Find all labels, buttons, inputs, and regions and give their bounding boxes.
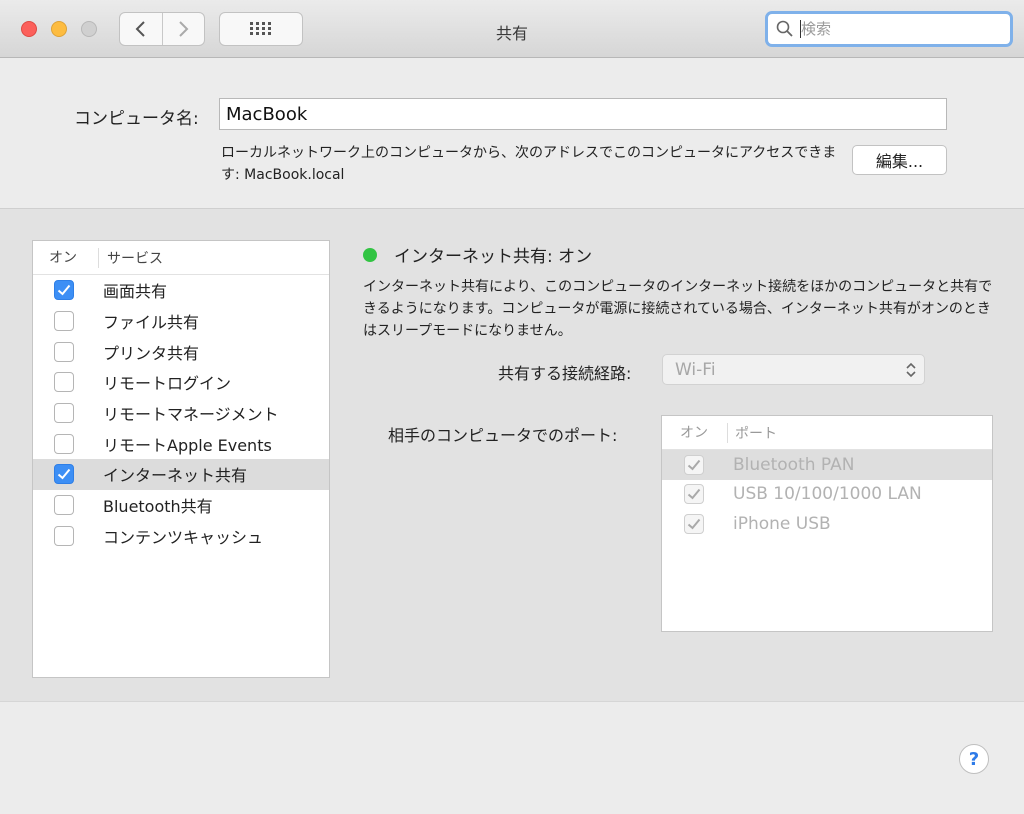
header-on[interactable]: オン xyxy=(33,247,99,268)
port-row[interactable]: USB 10/100/1000 LAN xyxy=(662,480,992,510)
service-checkbox[interactable] xyxy=(54,341,74,362)
route-label: 共有する接続経路: xyxy=(498,364,632,383)
port-checkbox[interactable] xyxy=(684,513,704,534)
service-list-header: オン サービス xyxy=(33,241,329,275)
port-label: USB 10/100/1000 LAN xyxy=(733,484,922,505)
help-button[interactable]: ? xyxy=(959,744,989,774)
search-box[interactable] xyxy=(765,11,1013,47)
service-row[interactable]: リモートマネージメント xyxy=(33,398,329,429)
port-checkbox[interactable] xyxy=(684,454,704,475)
service-row[interactable]: 画面共有 xyxy=(33,275,329,306)
service-row[interactable]: リモートApple Events xyxy=(33,428,329,459)
status-text: インターネット共有: オン xyxy=(394,247,593,267)
service-row[interactable]: インターネット共有 xyxy=(33,459,329,490)
status-indicator-icon xyxy=(363,247,377,262)
title-bar: 共有 xyxy=(0,0,1024,58)
ports-label: 相手のコンピュータでのポート: xyxy=(388,426,618,445)
service-label: インターネット共有 xyxy=(103,466,248,486)
service-label: プリンタ共有 xyxy=(103,343,200,363)
service-label: リモートマネージメント xyxy=(103,405,279,425)
service-checkbox[interactable] xyxy=(54,495,74,516)
service-checkbox[interactable] xyxy=(54,311,74,332)
ports-list-header: オン ポート xyxy=(662,416,992,450)
service-row[interactable]: ファイル共有 xyxy=(33,306,329,337)
service-label: コンテンツキャッシュ xyxy=(103,527,264,547)
service-row[interactable]: コンテンツキャッシュ xyxy=(33,521,329,552)
port-row[interactable]: iPhone USB xyxy=(662,509,992,539)
port-row[interactable]: Bluetooth PAN xyxy=(662,450,992,480)
service-checkbox[interactable] xyxy=(54,372,74,393)
port-label: Bluetooth PAN xyxy=(733,454,855,475)
edit-button[interactable]: 編集... xyxy=(852,145,947,175)
service-label: ファイル共有 xyxy=(103,313,200,333)
computer-name-section: コンピュータ名: ローカルネットワーク上のコンピュータから、次のアドレスでこのコ… xyxy=(0,58,1024,208)
service-checkbox[interactable] xyxy=(54,464,74,485)
checkmark-icon xyxy=(687,459,701,471)
ports-header-on[interactable]: オン xyxy=(662,422,728,443)
computer-name-label: コンピュータ名: xyxy=(74,109,199,129)
route-select[interactable]: Wi-Fi xyxy=(662,354,925,385)
computer-name-field[interactable] xyxy=(219,98,947,130)
service-checkbox[interactable] xyxy=(54,403,74,424)
search-input[interactable] xyxy=(801,20,991,38)
service-label: 画面共有 xyxy=(103,282,168,302)
service-label: Bluetooth共有 xyxy=(103,497,213,517)
port-checkbox[interactable] xyxy=(684,484,704,505)
route-value: Wi-Fi xyxy=(675,359,716,380)
service-row[interactable]: リモートログイン xyxy=(33,367,329,398)
service-label: リモートApple Events xyxy=(103,435,272,455)
checkmark-icon xyxy=(57,469,71,480)
service-row[interactable]: Bluetooth共有 xyxy=(33,490,329,521)
local-address-text: ローカルネットワーク上のコンピュータから、次のアドレスでこのコンピュータにアクセ… xyxy=(221,145,837,183)
service-checkbox[interactable] xyxy=(54,433,74,454)
chevron-up-down-icon xyxy=(906,362,916,378)
service-label: リモートログイン xyxy=(103,374,232,394)
ports-header-port[interactable]: ポート xyxy=(728,423,777,443)
header-service[interactable]: サービス xyxy=(99,248,163,268)
port-label: iPhone USB xyxy=(733,513,831,534)
sharing-panel: オン サービス 画面共有ファイル共有 プリンタ共有リモートログインリモートマネージ… xyxy=(0,208,1024,702)
service-row[interactable]: プリンタ共有 xyxy=(33,336,329,367)
ports-list: オン ポート Bluetooth PAN USB 10/100/1000 LAN i… xyxy=(661,415,993,632)
search-icon xyxy=(776,20,793,37)
service-checkbox[interactable] xyxy=(54,525,74,546)
service-status: インターネット共有: オン xyxy=(363,242,592,267)
checkmark-icon xyxy=(57,285,71,296)
checkmark-icon xyxy=(687,489,701,500)
service-list: オン サービス 画面共有ファイル共有 プリンタ共有リモートログインリモートマネージ… xyxy=(32,240,330,678)
checkmark-icon xyxy=(687,518,701,530)
service-description: インターネット共有により、このコンピュータのインターネット接続をほかのコンピュー… xyxy=(363,279,993,339)
service-checkbox[interactable] xyxy=(54,280,74,301)
